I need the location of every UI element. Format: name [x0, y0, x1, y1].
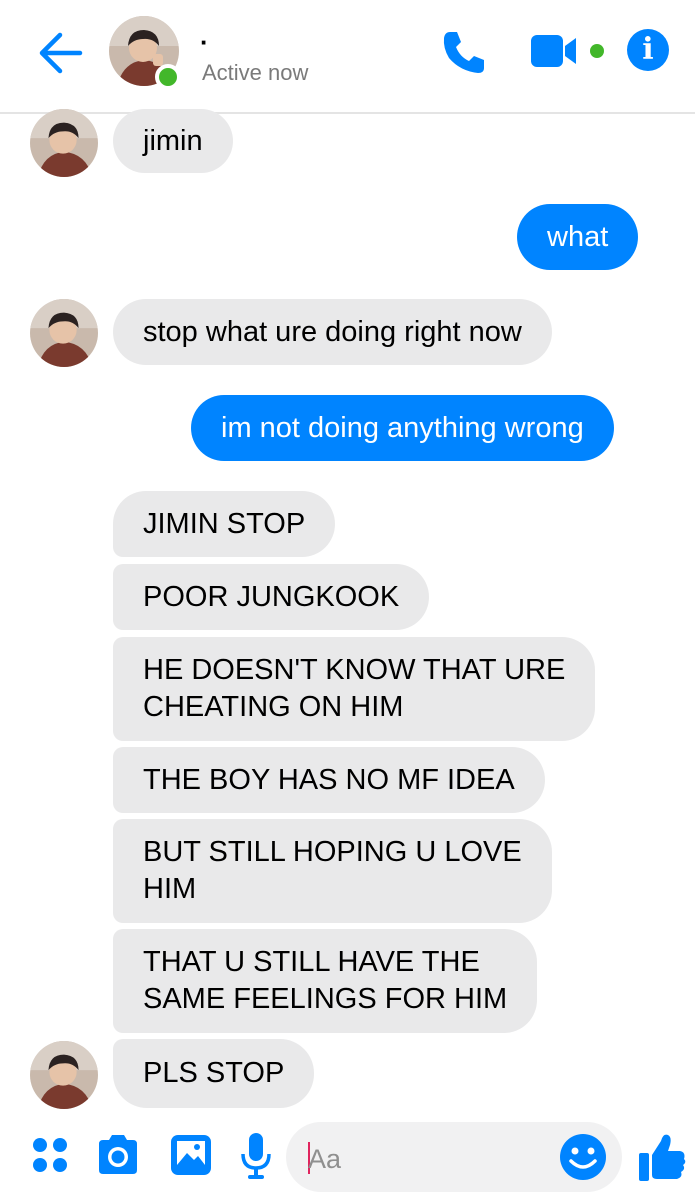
incoming-message[interactable]: stop what ure doing right now	[113, 299, 552, 365]
message-input[interactable]: Aa	[286, 1122, 622, 1192]
message-input-placeholder: Aa	[308, 1144, 342, 1174]
active-status-text: Active now	[202, 60, 309, 85]
phone-call-icon[interactable]	[440, 28, 488, 76]
incoming-message[interactable]: THE BOY HAS NO MF IDEA	[113, 747, 545, 813]
message-composer: Aa	[0, 1117, 695, 1200]
microphone-icon[interactable]	[240, 1132, 272, 1180]
back-arrow-icon[interactable]	[38, 30, 84, 76]
online-status-dot	[155, 64, 181, 90]
thumbs-up-icon[interactable]	[637, 1131, 687, 1183]
info-icon[interactable]: i	[627, 29, 669, 71]
apps-icon[interactable]	[30, 1135, 70, 1175]
emoji-icon[interactable]	[558, 1132, 608, 1182]
conversation-header: · Active now i	[0, 0, 695, 114]
incoming-message[interactable]: POOR JUNGKOOK	[113, 564, 430, 630]
incoming-message[interactable]: BUT STILL HOPING U LOVE HIM	[113, 819, 552, 923]
message-thread: jimin what stop what ure doing right now…	[0, 109, 695, 1116]
incoming-message[interactable]: THAT U STILL HAVE THE SAME FEELINGS FOR …	[113, 929, 538, 1033]
outgoing-message[interactable]: what	[517, 204, 639, 270]
sender-avatar[interactable]	[30, 1041, 98, 1109]
incoming-message[interactable]: HE DOESN'T KNOW THAT URE CHEATING ON HIM	[113, 637, 596, 741]
contact-name: ·	[200, 27, 209, 57]
sender-avatar[interactable]	[30, 299, 98, 367]
video-call-icon[interactable]	[530, 33, 580, 69]
incoming-message[interactable]: jimin	[113, 109, 233, 173]
incoming-message[interactable]: PLS STOP	[113, 1039, 315, 1108]
gallery-icon[interactable]	[169, 1133, 213, 1177]
outgoing-message[interactable]: im not doing anything wrong	[191, 395, 614, 461]
camera-icon[interactable]	[95, 1134, 141, 1176]
incoming-message[interactable]: JIMIN STOP	[113, 491, 336, 557]
video-online-dot	[590, 44, 604, 58]
sender-avatar[interactable]	[30, 109, 98, 177]
